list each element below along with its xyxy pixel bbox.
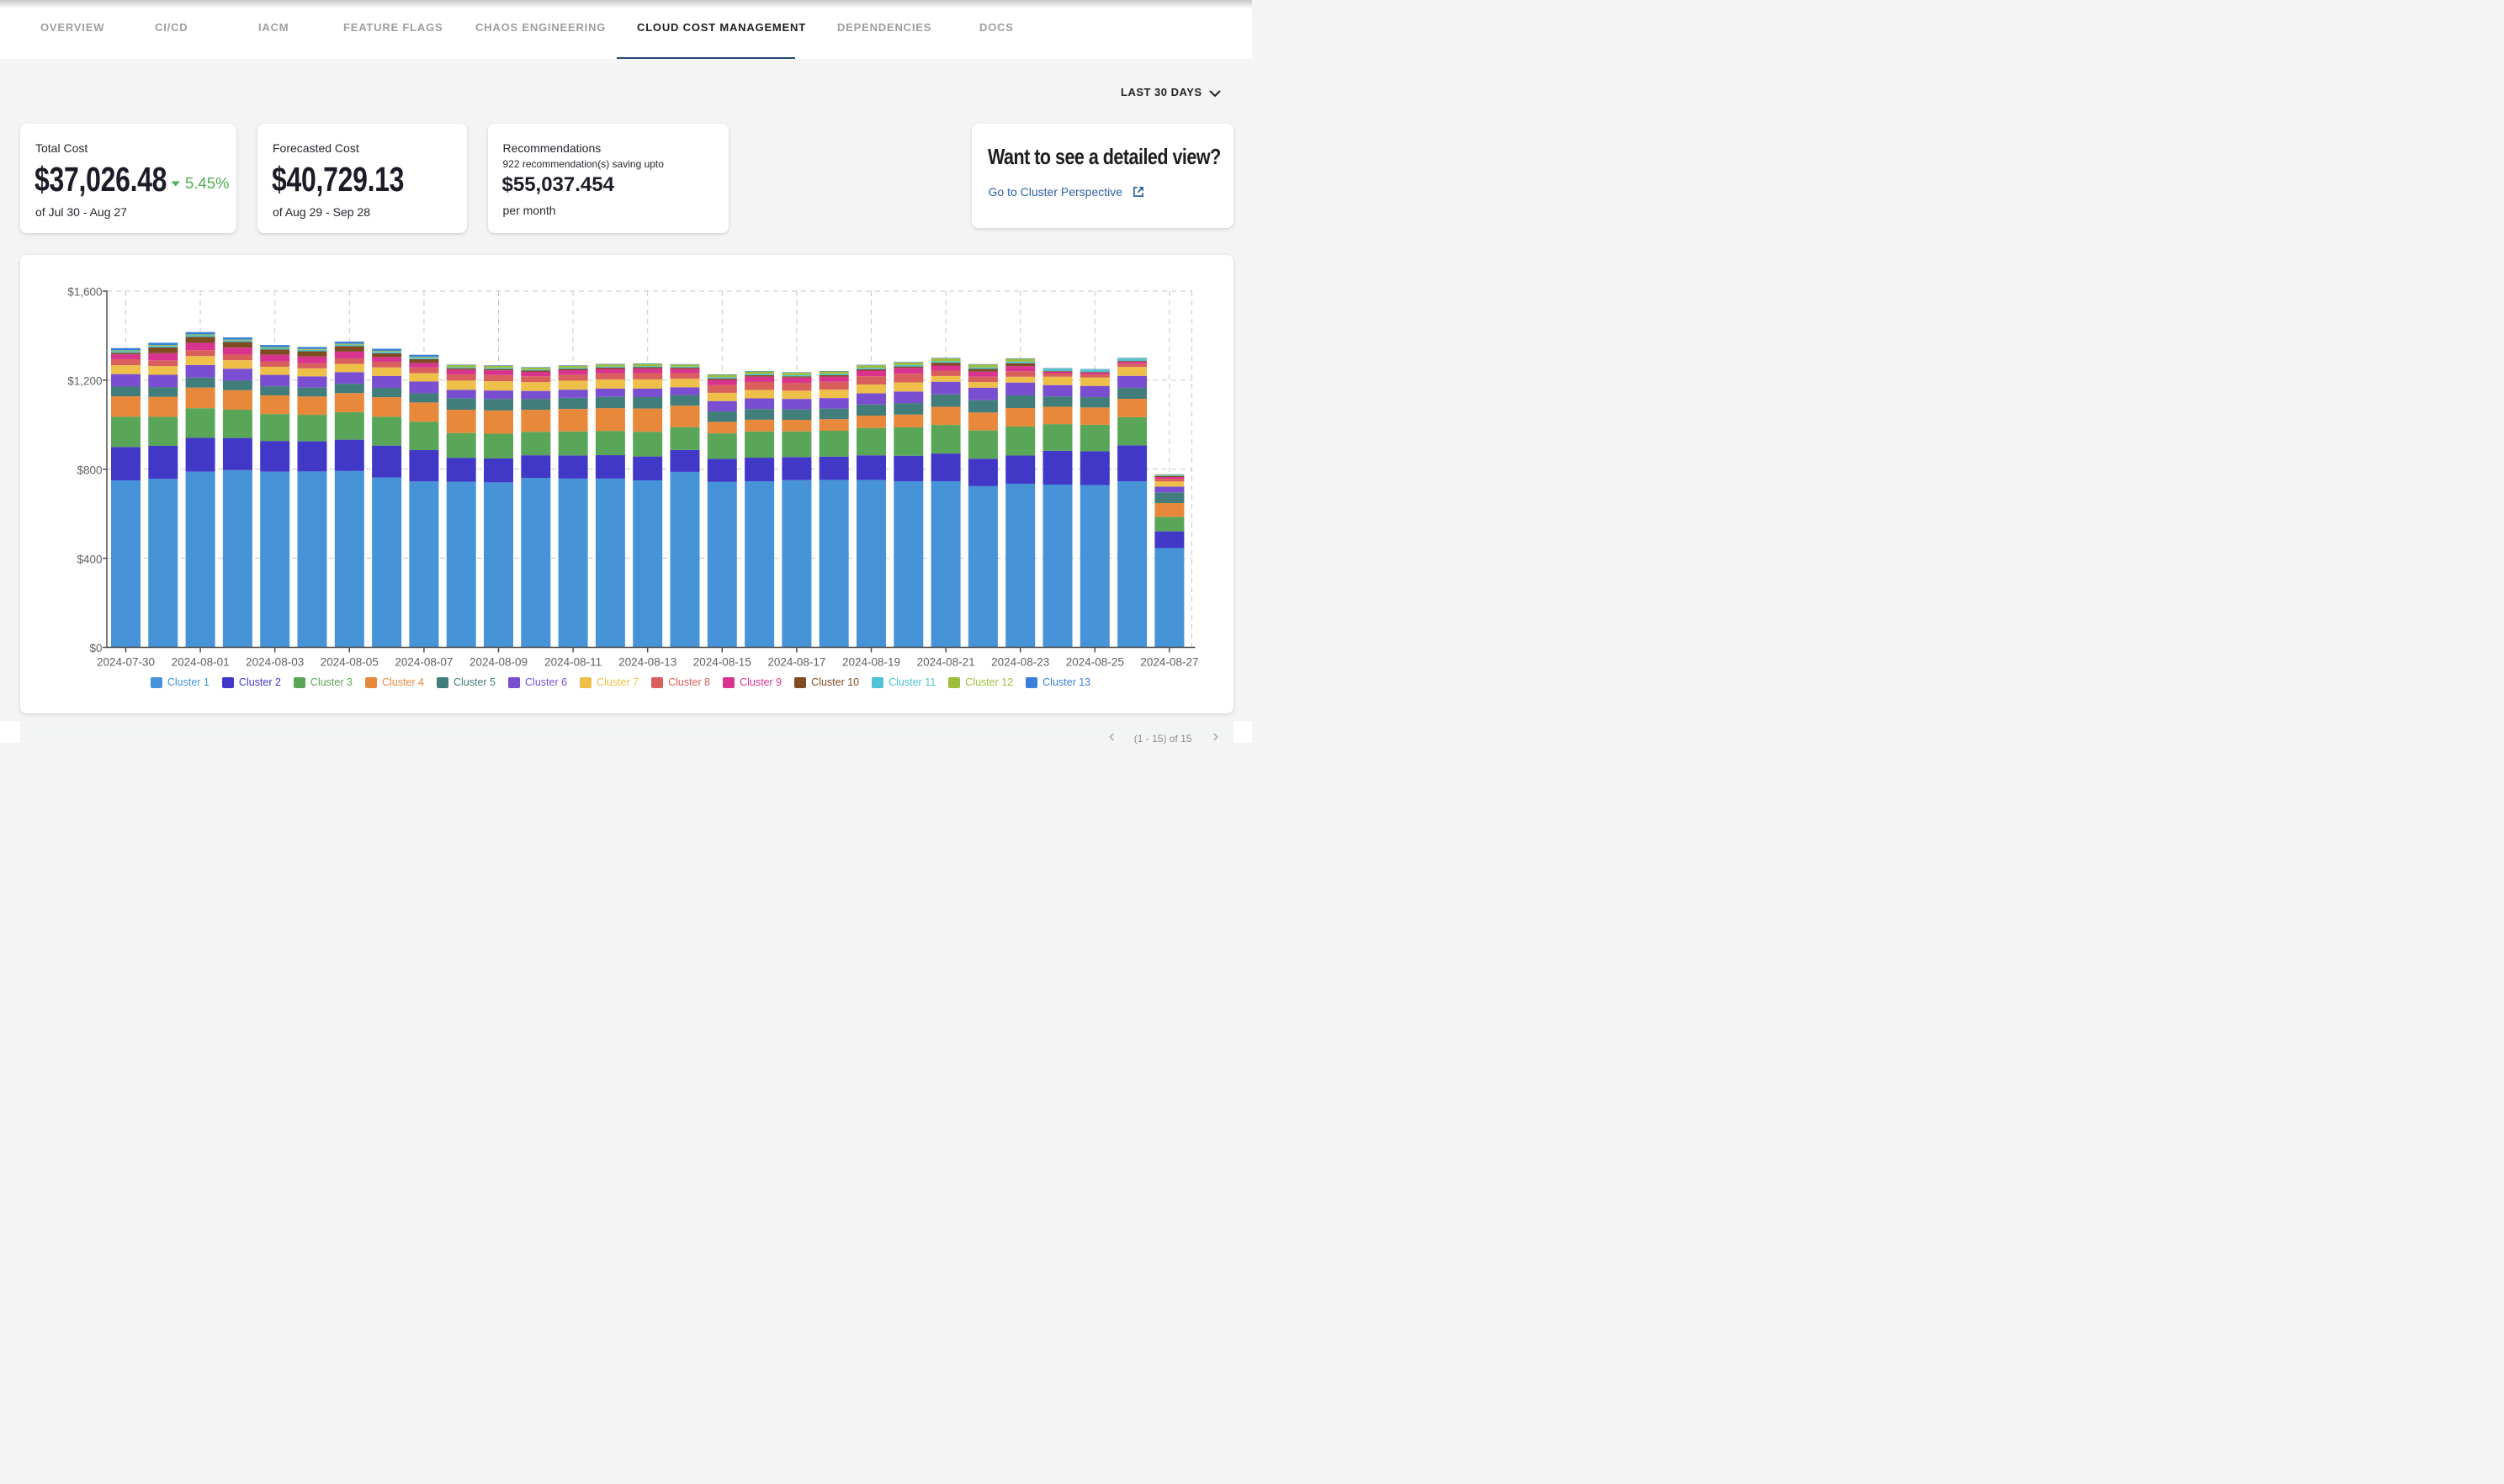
svg-text:2024-08-01: 2024-08-01 (172, 656, 230, 669)
svg-text:2024-08-13: 2024-08-13 (618, 656, 676, 669)
svg-text:2024-08-05: 2024-08-05 (321, 656, 379, 669)
svg-text:2024-08-07: 2024-08-07 (395, 656, 453, 669)
svg-text:2024-08-17: 2024-08-17 (767, 656, 825, 669)
svg-text:2024-08-23: 2024-08-23 (991, 656, 1049, 669)
svg-text:$1,600: $1,600 (67, 286, 102, 299)
svg-text:2024-08-03: 2024-08-03 (246, 656, 304, 669)
svg-text:$0: $0 (89, 642, 102, 655)
svg-text:2024-08-19: 2024-08-19 (842, 656, 900, 669)
svg-text:$800: $800 (77, 464, 102, 477)
svg-text:2024-08-25: 2024-08-25 (1066, 656, 1124, 669)
svg-text:2024-08-21: 2024-08-21 (917, 656, 975, 669)
svg-text:2024-08-09: 2024-08-09 (470, 656, 528, 669)
svg-text:2024-08-15: 2024-08-15 (693, 656, 751, 669)
svg-text:2024-07-30: 2024-07-30 (97, 656, 155, 669)
svg-text:2024-08-27: 2024-08-27 (1140, 656, 1198, 669)
svg-text:$400: $400 (77, 553, 102, 565)
svg-text:2024-08-11: 2024-08-11 (544, 656, 602, 669)
svg-text:$1,200: $1,200 (67, 375, 102, 388)
